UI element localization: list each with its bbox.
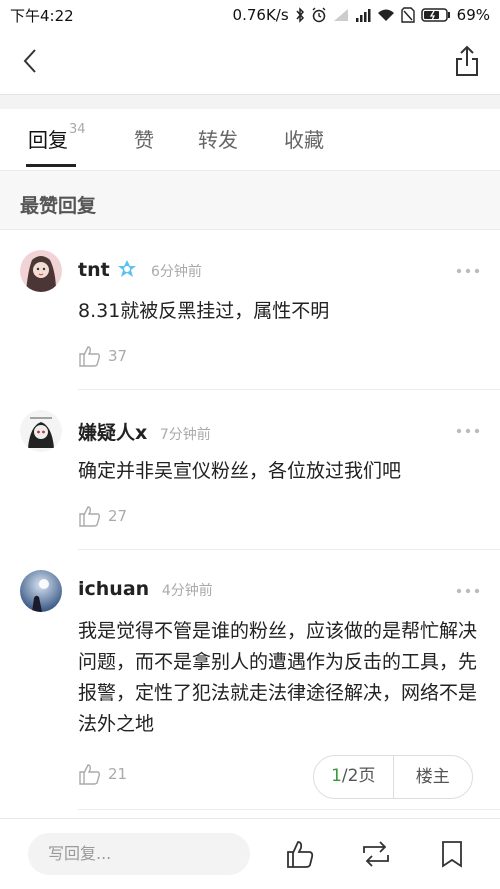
status-time: 下午4:22	[10, 6, 74, 25]
tab-bar: 回复34 赞 转发 收藏	[0, 108, 500, 171]
section-header: 最赞回复	[0, 171, 500, 230]
wifi-icon	[377, 9, 394, 21]
divider-bar	[0, 94, 500, 109]
comment-author[interactable]: 嫌疑人x 7分钟前	[78, 418, 211, 445]
bluetooth-icon	[296, 7, 304, 23]
like-button[interactable]: 27	[78, 504, 127, 528]
floor-owner-button[interactable]: 楼主	[394, 756, 473, 798]
like-count: 27	[108, 507, 128, 525]
comment-author[interactable]: tnt 6分钟前	[78, 258, 202, 281]
author-name: ichuan	[78, 578, 150, 600]
battery-icon	[420, 8, 450, 22]
comment-item: tnt 6分钟前 8.31就被反黑挂过，属性不明 37	[0, 230, 500, 390]
section-title: 最赞回复	[20, 195, 97, 217]
alarm-icon	[312, 7, 326, 23]
tab-replies[interactable]: 回复34	[28, 122, 86, 153]
like-count: 37	[108, 347, 128, 365]
tab-replies-count: 34	[69, 122, 86, 138]
total-pages: /2页	[341, 766, 376, 786]
like-count: 21	[108, 765, 128, 783]
more-icon[interactable]	[456, 268, 480, 274]
comment-divider	[78, 809, 500, 810]
avatar[interactable]	[20, 570, 62, 612]
no-signal-icon	[333, 9, 348, 21]
active-tab-indicator	[26, 164, 76, 167]
share-icon[interactable]	[452, 44, 482, 78]
thumbs-up-icon	[79, 506, 101, 527]
bottom-action-bar: 写回复...	[0, 818, 500, 889]
thumbs-up-icon	[79, 764, 101, 785]
thumbs-up-icon[interactable]	[286, 839, 314, 869]
page-indicator[interactable]: 1/2页	[314, 755, 394, 799]
current-page: 1	[331, 766, 342, 786]
no-sim-icon	[400, 7, 415, 23]
tab-replies-label: 回复	[28, 128, 68, 152]
tab-favorites-label: 收藏	[284, 128, 324, 152]
tab-favorites[interactable]: 收藏	[284, 124, 324, 153]
tab-reposts-label: 转发	[198, 128, 238, 152]
vip-badge-icon	[118, 260, 137, 277]
comment-text: 我是觉得不管是谁的粉丝，应该做的是帮忙解决问题，而不是拿别人的遭遇作为反击的工具…	[78, 620, 478, 735]
tab-likes[interactable]: 赞	[134, 124, 154, 153]
tab-reposts[interactable]: 转发	[198, 124, 238, 153]
signal-icon	[355, 9, 371, 22]
comment-item: 嫌疑人x 7分钟前 确定并非吴宣仪粉丝，各位放过我们吧 27	[0, 390, 500, 550]
repost-icon[interactable]	[360, 839, 392, 869]
like-button[interactable]: 37	[78, 344, 127, 368]
page-navigator: 1/2页 楼主	[313, 755, 473, 799]
bookmark-icon[interactable]	[438, 839, 466, 869]
avatar[interactable]	[20, 250, 62, 292]
comment-time: 6分钟前	[150, 264, 202, 280]
comment-author[interactable]: ichuan 4分钟前	[78, 578, 213, 600]
thumbs-up-icon	[79, 346, 101, 367]
like-button[interactable]: 21	[78, 762, 127, 786]
comment-time: 7分钟前	[159, 427, 211, 443]
tab-likes-label: 赞	[134, 128, 154, 152]
battery-percent: 69%	[456, 6, 490, 24]
avatar[interactable]	[20, 410, 62, 452]
back-icon[interactable]	[16, 46, 46, 76]
comment-text: 确定并非吴宣仪粉丝，各位放过我们吧	[78, 460, 402, 482]
more-icon[interactable]	[456, 428, 480, 434]
comment-text: 8.31就被反黑挂过，属性不明	[78, 300, 330, 322]
more-icon[interactable]	[456, 588, 480, 594]
status-bar: 下午4:22 0.76K/s 69%	[0, 0, 500, 30]
author-name: 嫌疑人x	[78, 422, 148, 444]
comment-time: 4分钟前	[161, 583, 213, 599]
network-speed: 0.76K/s	[232, 6, 289, 24]
reply-input[interactable]: 写回复...	[28, 833, 250, 875]
nav-bar	[0, 30, 500, 92]
author-name: tnt	[78, 259, 110, 281]
